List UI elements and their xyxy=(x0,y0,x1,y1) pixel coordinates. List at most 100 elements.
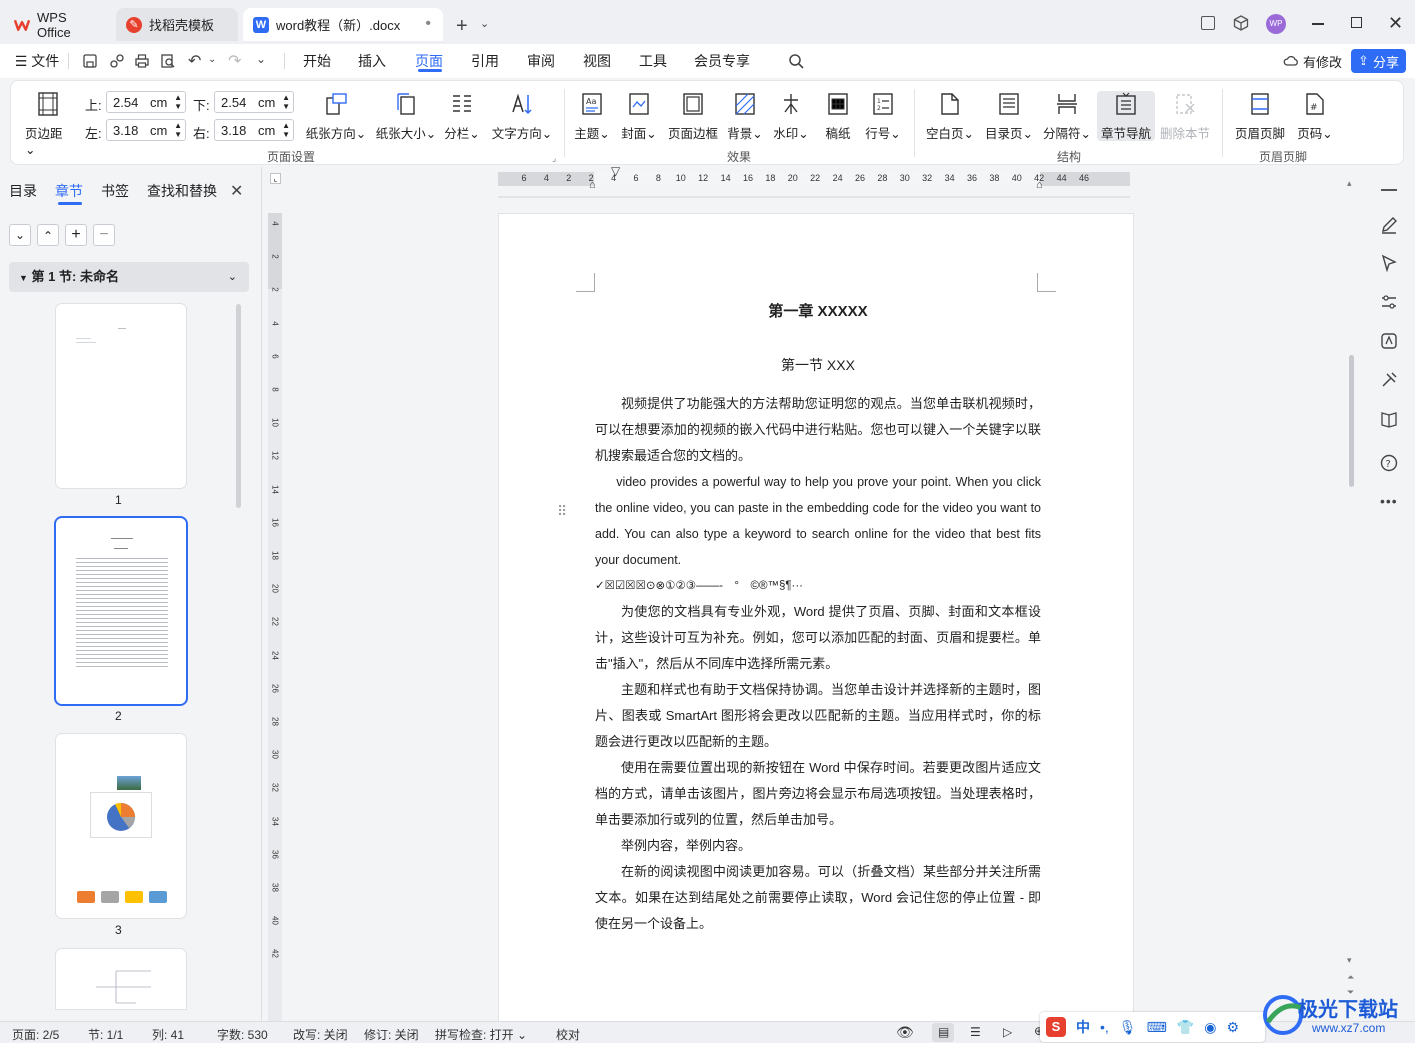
status-revision[interactable]: 修订: 关闭 xyxy=(364,1026,419,1043)
unsaved-dot-icon[interactable]: • xyxy=(425,15,431,33)
tab-wps-office[interactable]: WPS Office xyxy=(4,8,112,41)
tools-icon[interactable] xyxy=(1379,370,1399,390)
status-column[interactable]: 列: 41 xyxy=(152,1026,184,1043)
close-pane-icon[interactable]: ✕ xyxy=(230,181,243,201)
add-section-icon[interactable]: + xyxy=(65,224,87,246)
ime-mode[interactable]: 中 xyxy=(1076,1017,1090,1037)
help-icon[interactable]: ? xyxy=(1379,453,1399,473)
left-indent-marker-icon[interactable]: ⌂ xyxy=(589,179,596,191)
paragraph[interactable]: 为使您的文档具有专业外观，Word 提供了页眉、页脚、封面和文本框设计，这些设计… xyxy=(595,599,1041,677)
prev-page-icon[interactable]: ⏶ xyxy=(1347,973,1354,982)
separator-button[interactable]: 分隔符⌄ xyxy=(1041,91,1093,142)
menu-review[interactable]: 审阅 xyxy=(524,44,558,78)
play-icon[interactable]: ▷ xyxy=(1003,1025,1012,1039)
minimize-icon[interactable] xyxy=(1312,23,1324,25)
maximize-icon[interactable] xyxy=(1351,17,1362,28)
link-icon[interactable] xyxy=(109,53,125,69)
page-border-button[interactable]: 页面边框 xyxy=(665,91,721,142)
more-chevron-icon[interactable]: ⌄ xyxy=(256,52,266,66)
status-proofread[interactable]: 校对 xyxy=(556,1026,580,1043)
adjust-sliders-icon[interactable] xyxy=(1379,292,1399,312)
menu-tools[interactable]: 工具 xyxy=(636,44,670,78)
cover-button[interactable]: 封面⌄ xyxy=(619,91,659,142)
margins-button[interactable]: 页边距⌄ xyxy=(25,91,71,157)
outline-view-icon[interactable]: ☰ xyxy=(970,1025,981,1039)
eye-protection-icon[interactable]: 👁 xyxy=(896,1024,914,1041)
orientation-button[interactable]: 纸张方向⌄ xyxy=(303,91,369,142)
tab-word-document[interactable]: W word教程（新）.docx • xyxy=(243,8,443,41)
redo-icon[interactable]: ↷ xyxy=(228,51,241,71)
pen-icon[interactable] xyxy=(1379,215,1399,235)
undo-dropdown-icon[interactable]: ⌄ xyxy=(208,54,216,65)
tab-docer-templates[interactable]: ✎ 找稻壳模板 xyxy=(116,8,238,41)
cube-icon[interactable] xyxy=(1233,15,1249,31)
pane-scrollbar[interactable] xyxy=(236,304,241,508)
watermark-button[interactable]: 水印⌄ xyxy=(771,91,811,142)
tab-bookmarks[interactable]: 书签 xyxy=(101,181,129,201)
paragraph[interactable]: 主题和样式也有助于文档保持协调。当您单击设计并选择新的主题时，图片、图表或 Sm… xyxy=(595,677,1041,755)
spinner-arrows-icon[interactable]: ▲ ▼ xyxy=(174,93,182,111)
sogou-ime-icon[interactable]: S xyxy=(1046,1017,1066,1037)
undo-icon[interactable]: ↶ xyxy=(188,51,201,71)
expand-down-icon[interactable]: ⌄ xyxy=(9,224,31,246)
menu-start[interactable]: 开始 xyxy=(300,44,334,78)
tab-find-replace[interactable]: 查找和替换 xyxy=(147,181,217,201)
first-line-indent-icon[interactable]: ▽ xyxy=(611,164,620,178)
top-margin-input[interactable]: 2.54 cm ▲ ▼ xyxy=(106,91,186,113)
share-button[interactable]: ⇪ 分享 xyxy=(1351,49,1406,73)
file-menu[interactable]: ☰ 文件 xyxy=(14,44,60,78)
page-thumbnail-3[interactable] xyxy=(56,734,186,918)
keyboard-icon[interactable]: ⌨ xyxy=(1147,1019,1167,1036)
microphone-icon[interactable]: 🎙 xyxy=(1119,1019,1137,1036)
spinner-arrows-icon[interactable]: ▲ ▼ xyxy=(174,121,182,139)
ai-write-icon[interactable] xyxy=(1379,331,1399,351)
menu-insert[interactable]: 插入 xyxy=(355,44,389,78)
paragraph[interactable]: 举例内容，举例内容。 xyxy=(595,833,1041,859)
skin-icon[interactable]: 👕 xyxy=(1177,1019,1194,1036)
section-header[interactable]: ▼ 第 1 节: 未命名 ⌄ xyxy=(9,262,249,292)
menu-page[interactable]: 页面 xyxy=(412,44,446,78)
collapse-up-icon[interactable]: ⌃ xyxy=(37,224,59,246)
settings-icon[interactable]: ⚙ xyxy=(1226,1019,1239,1036)
background-button[interactable]: 背景⌄ xyxy=(725,91,765,142)
page-view-icon[interactable]: ▤ xyxy=(938,1025,949,1039)
dialog-launcher-icon[interactable]: ⌟ xyxy=(552,153,556,164)
delete-section-button[interactable]: 删除本节 xyxy=(1159,91,1211,142)
spinner-arrows-icon[interactable]: ▲ ▼ xyxy=(282,93,290,111)
status-section[interactable]: 节: 1/1 xyxy=(88,1026,123,1043)
menu-view[interactable]: 视图 xyxy=(580,44,614,78)
tab-toc[interactable]: 目录 xyxy=(9,181,37,201)
paragraph[interactable]: 在新的阅读视图中阅读更加容易。可以（折叠文档）某些部分并关注所需文本。如果在达到… xyxy=(595,859,1041,937)
tab-sections[interactable]: 章节 xyxy=(55,181,83,201)
paragraph[interactable]: 视频提供了功能强大的方法帮助您证明您的观点。当您单击联机视频时，可以在想要添加的… xyxy=(595,391,1041,469)
punctuation-icon[interactable]: •, xyxy=(1100,1019,1109,1035)
book-icon[interactable] xyxy=(1379,409,1399,429)
collapse-sidebar-icon[interactable] xyxy=(1381,189,1397,191)
page-thumbnail-1[interactable] xyxy=(56,304,186,488)
page-number-button[interactable]: # 页码⌄ xyxy=(1293,91,1337,142)
ruler-corner-icon[interactable]: ⌞ xyxy=(270,173,281,184)
paragraph[interactable]: video provides a powerful way to help yo… xyxy=(595,469,1041,573)
status-overtype[interactable]: 改写: 关闭 xyxy=(293,1026,348,1043)
page-thumbnail-2[interactable] xyxy=(56,518,186,704)
more-options-icon[interactable]: ••• xyxy=(1380,493,1398,509)
print-icon[interactable] xyxy=(134,53,150,69)
modified-status[interactable]: 有修改 xyxy=(1303,52,1342,71)
section-navigation-button[interactable]: 章节导航 xyxy=(1097,91,1155,142)
ime-toolbar[interactable]: S 中 •, 🎙 ⌨ 👕 ◉ ⚙ xyxy=(1040,1012,1265,1042)
manuscript-paper-button[interactable]: 稿纸 xyxy=(823,91,853,142)
blank-page-button[interactable]: 空白页⌄ xyxy=(925,91,975,142)
print-preview-icon[interactable] xyxy=(160,53,176,69)
toc-page-button[interactable]: 目录页⌄ xyxy=(983,91,1035,142)
menu-membership[interactable]: 会员专享 xyxy=(692,44,752,78)
section-chevron-icon[interactable]: ⌄ xyxy=(228,262,237,292)
status-page[interactable]: 页面: 2/5 xyxy=(12,1026,59,1043)
page-thumbnail-4[interactable] xyxy=(56,949,186,1009)
right-indent-marker-icon[interactable]: ⌂ xyxy=(1036,179,1043,191)
search-icon[interactable] xyxy=(788,53,805,70)
spinner-arrows-icon[interactable]: ▲ ▼ xyxy=(282,121,290,139)
paragraph[interactable]: 使用在需要位置出现的新按钮在 Word 中保存时间。若要更改图片适应文档的方式，… xyxy=(595,755,1041,833)
close-window-icon[interactable]: ✕ xyxy=(1388,13,1403,34)
text-direction-button[interactable]: 文字方向⌄ xyxy=(489,91,555,142)
document-scrollbar-thumb[interactable] xyxy=(1349,355,1354,487)
